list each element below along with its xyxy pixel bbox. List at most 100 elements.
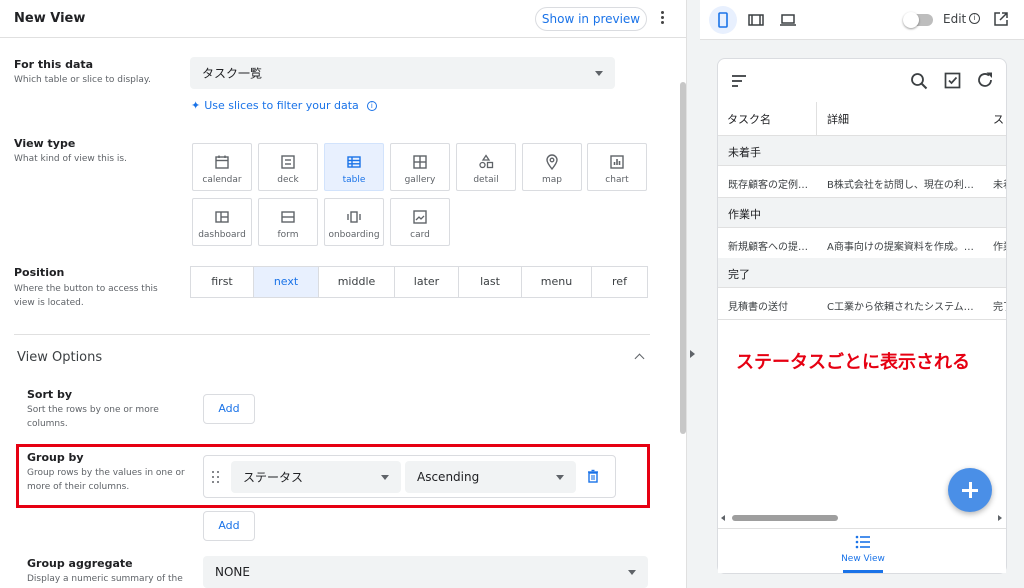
sparkle-icon: ✦ [191,99,201,112]
view-type-table-label: table [342,175,366,185]
view-type-detail[interactable]: detail [456,143,516,191]
group-name: 作業中 [728,208,761,221]
edit-label: Edit [943,12,967,26]
chevron-down-icon [381,475,389,480]
group-order-select[interactable]: Ascending [405,461,576,493]
chevron-up-icon[interactable] [634,353,645,364]
chevron-down-icon [595,71,603,76]
drag-handle-icon[interactable] [212,471,220,483]
view-type-deck[interactable]: deck [258,143,318,191]
position-middle[interactable]: middle [318,266,394,298]
chart-icon [610,155,624,169]
position-next[interactable]: next [253,266,318,298]
position-ref[interactable]: ref [591,266,648,298]
group-aggregate-select[interactable]: NONE [203,556,648,588]
view-type-card-label: card [410,230,430,240]
view-type-label: View type [14,137,76,150]
position-first[interactable]: first [190,266,253,298]
view-type-detail-label: detail [473,175,499,185]
view-type-form[interactable]: form [258,198,318,246]
use-slices-text: Use slices to filter your data [204,99,359,112]
data-source-value: タスク一覧 [202,66,263,81]
view-type-table[interactable]: table [324,143,384,191]
onboarding-icon [347,211,361,223]
position-help: Where the button to access this view is … [14,284,158,308]
group-header[interactable]: 作業中 [718,198,1006,228]
table-row[interactable]: 見積書の送付 C工業から依頼されたシステム… 完了 [718,288,1006,320]
more-options-icon[interactable] [656,9,668,29]
delete-icon[interactable] [587,469,599,483]
detail-cell: A商事向けの提案資料を作成。… [827,242,974,253]
data-source-select[interactable]: タスク一覧 [190,57,615,89]
view-type-dashboard-label: dashboard [198,230,246,240]
task-name-cell: 新規顧客への提… [728,242,808,253]
scroll-right-arrow[interactable] [998,515,1002,521]
group-header[interactable]: 未着手 [718,136,1006,166]
sort-menu-icon[interactable] [731,74,747,88]
sort-add-button[interactable]: Add [203,394,255,424]
position-menu[interactable]: menu [521,266,591,298]
dashboard-icon [215,211,229,223]
tablet-device-button[interactable] [742,6,770,34]
show-in-preview-button[interactable]: Show in preview [535,7,647,31]
position-last[interactable]: last [458,266,521,298]
view-editor-panel: New View Show in preview For this data W… [0,0,686,588]
table-row[interactable]: 既存顧客の定例… B株式会社を訪問し、現在の利… 未着 [718,166,1006,198]
view-type-card[interactable]: card [390,198,450,246]
view-type-calendar[interactable]: calendar [192,143,252,191]
annotation-note: ステータスごとに表示される [736,352,970,373]
refresh-icon[interactable] [976,71,994,89]
info-icon[interactable]: i [969,13,980,24]
sort-by-help: Sort the rows by one or more columns. [27,405,159,429]
view-type-chart[interactable]: chart [587,143,647,191]
checkbox-icon[interactable] [944,72,961,89]
group-add-button[interactable]: Add [203,511,255,541]
table-row[interactable]: 新規顧客への提… A商事向けの提案資料を作成。… 作業 [718,228,1006,260]
group-by-help: Group rows by the values in one or more … [27,468,185,492]
group-aggregate-label: Group aggregate [27,557,133,570]
nav-item-new-view[interactable]: New View [835,554,891,564]
open-external-icon[interactable] [994,12,1008,26]
view-type-map[interactable]: map [522,143,582,191]
map-pin-icon [546,154,558,170]
view-type-dashboard[interactable]: dashboard [192,198,252,246]
column-header-status[interactable]: ス [993,111,1004,127]
use-slices-link[interactable]: ✦ Use slices to filter your data i [191,99,377,112]
view-type-chart-label: chart [605,175,629,185]
detail-cell: C工業から依頼されたシステム… [827,302,974,313]
for-this-data-label: For this data [14,58,94,71]
search-icon[interactable] [910,72,928,90]
task-name-cell: 見積書の送付 [728,302,788,313]
card-icon [413,210,427,224]
column-header-task-name[interactable]: タスク名 [727,111,771,127]
group-name: 完了 [728,268,750,281]
edit-toggle[interactable] [903,12,933,28]
add-fab-button[interactable] [948,468,992,512]
chevron-down-icon [556,475,564,480]
view-type-calendar-label: calendar [202,175,242,185]
desktop-device-button[interactable] [774,6,802,34]
section-divider [14,334,650,335]
view-type-gallery[interactable]: gallery [390,143,450,191]
view-type-deck-label: deck [277,175,299,185]
column-header-detail[interactable]: 詳細 [827,111,849,127]
list-icon[interactable] [855,535,871,549]
group-header[interactable]: 完了 [718,258,1006,288]
calendar-icon [215,155,229,169]
info-icon[interactable]: i [366,101,377,111]
for-this-data-help: Which table or slice to display. [14,75,151,85]
app-root: New View Show in preview For this data W… [0,0,1024,588]
view-type-gallery-label: gallery [404,175,436,185]
horizontal-scrollbar[interactable] [732,515,838,521]
detail-icon [479,154,494,169]
view-type-map-label: map [542,175,562,185]
group-column-select[interactable]: ステータス [231,461,401,493]
view-options-title[interactable]: View Options [17,350,102,365]
panel-splitter[interactable] [686,0,700,588]
mobile-device-button[interactable] [709,6,737,34]
status-cell: 完了 [993,302,1006,313]
scroll-left-arrow[interactable] [721,515,725,521]
position-later[interactable]: later [394,266,458,298]
view-type-onboarding[interactable]: onboarding [324,198,384,246]
collapse-arrow-icon[interactable] [690,350,695,358]
